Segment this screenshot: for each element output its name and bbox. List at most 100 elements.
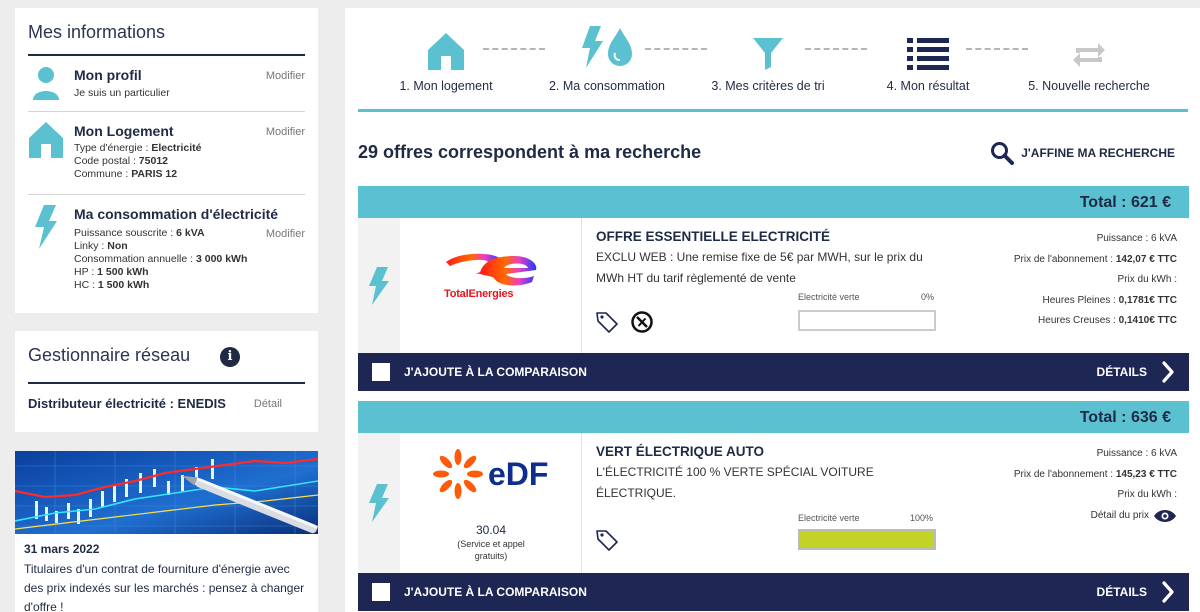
offer-body: eDF 30.04 (Service et appel gratuits) VE…	[358, 433, 1189, 573]
hp-line: HP : 1 500 kWh	[74, 266, 149, 278]
consommation-title: Ma consommation d'électricité	[74, 206, 279, 222]
compare-label[interactable]: J'AJOUTE À LA COMPARAISON	[404, 585, 587, 599]
refine-search-label: J'AFFINE MA RECHERCHE	[1021, 146, 1175, 160]
offer-prix-kwh-label: Prix du kWh :	[1117, 489, 1177, 500]
distributeur-row: Distributeur électricité : ENEDIS Détail	[28, 384, 305, 411]
house-icon	[28, 121, 64, 163]
step-label: 4. Mon résultat	[886, 79, 970, 93]
funnel-icon	[753, 38, 783, 70]
logement-commune-line: Commune : PARIS 12	[74, 168, 178, 180]
news-panel[interactable]: 31 mars 2022 Titulaires d'un contrat de …	[15, 451, 318, 612]
green-energy-bar	[798, 310, 936, 331]
reseau-panel: Gestionnaire réseau i Distributeur élect…	[15, 331, 318, 432]
step-resultat[interactable]: 4. Mon résultat	[853, 26, 1003, 93]
offer-description: EXCLU WEB : Une remise fixe de 5€ par MW…	[596, 250, 923, 285]
user-icon	[32, 66, 60, 105]
conso-annuelle-line: Consommation annuelle : 3 000 kWh	[74, 253, 248, 265]
hc-line: HC : 1 500 kWh	[74, 279, 150, 291]
offer-body: TotalEnergies OFFRE ESSENTIELLE ELECTRIC…	[358, 218, 1189, 353]
distributeur-detail-link[interactable]: Détail	[254, 398, 282, 410]
green-energy-label: Electricité verte	[798, 292, 860, 302]
edf-logo: eDF	[433, 449, 548, 499]
offer-icons	[595, 528, 619, 552]
green-energy-percent: 0%	[921, 292, 935, 302]
totalenergies-wordmark: TotalEnergies	[444, 288, 514, 300]
offer-side-strip	[358, 433, 400, 573]
offer-abonnement: Prix de l'abonnement : 142,07 € TTC	[1013, 253, 1177, 265]
offer-total: Total : 621 €	[358, 186, 1189, 218]
step-consommation[interactable]: 2. Ma consommation	[532, 26, 682, 93]
offer-icons	[595, 310, 654, 334]
search-icon	[991, 142, 1015, 165]
offer-abonnement: Prix de l'abonnement : 145,23 € TTC	[1013, 468, 1177, 480]
consommation-section: Ma consommation d'électricité Modifier P…	[28, 195, 305, 311]
logement-cp-line: Code postal : 75012	[74, 155, 168, 167]
offer-info: VERT ÉLECTRIQUE AUTO L'ÉLECTRICITÉ 100 %…	[596, 444, 941, 504]
offer-description: L'ÉLECTRICITÉ 100 % VERTE SPÉCIAL VOITUR…	[596, 465, 874, 500]
main-panel: 1. Mon logement 2. Ma consommation 3. Me…	[345, 8, 1200, 612]
bolt-drop-icon	[582, 26, 632, 68]
offer-name: OFFRE ESSENTIELLE ELECTRICITÉ	[596, 229, 831, 244]
totalenergies-logo: TotalEnergies	[400, 218, 582, 353]
linky-line: Linky : Non	[74, 240, 128, 252]
profil-section: Mon profil Modifier Je suis un particuli…	[28, 56, 305, 112]
stock-chart-image	[15, 451, 318, 534]
no-engagement-icon	[631, 311, 653, 333]
logement-energy-line: Type d'énergie : Electricité	[74, 142, 202, 154]
consommation-modify-link[interactable]: Modifier	[266, 228, 305, 240]
green-energy-bar	[798, 529, 936, 550]
chevron-right-icon[interactable]	[1161, 581, 1175, 603]
compare-bar: J'AJOUTE À LA COMPARAISON DÉTAILS	[358, 573, 1189, 611]
offer-pricing: Puissance : 6 kVA Prix de l'abonnement :…	[1014, 444, 1177, 526]
offer-info: OFFRE ESSENTIELLE ELECTRICITÉ EXCLU WEB …	[596, 229, 941, 289]
step-nouvelle-recherche[interactable]: 5. Nouvelle recherche	[1014, 26, 1164, 93]
bolt-icon	[369, 484, 389, 522]
compare-checkbox[interactable]	[372, 363, 390, 381]
offer-heures-pleines: Heures Pleines : 0,1781€ TTC	[1042, 294, 1177, 306]
info-panel: Mes informations Mon profil Modifier Je …	[15, 8, 318, 313]
info-icon[interactable]: i	[220, 347, 240, 367]
compare-checkbox[interactable]	[372, 583, 390, 601]
compare-label[interactable]: J'AJOUTE À LA COMPARAISON	[404, 365, 587, 379]
repeat-icon	[1073, 43, 1105, 67]
details-button[interactable]: DÉTAILS	[1097, 585, 1147, 599]
offer-heures-creuses: Heures Creuses : 0,1410€ TTC	[1038, 315, 1177, 326]
step-criteres[interactable]: 3. Mes critères de tri	[693, 26, 843, 93]
logement-section: Mon Logement Modifier Type d'énergie : E…	[28, 112, 305, 195]
profil-modify-link[interactable]: Modifier	[266, 70, 305, 82]
step-label: 5. Nouvelle recherche	[1028, 79, 1150, 93]
price-detail-link[interactable]: Détail du prix	[1014, 506, 1177, 527]
eye-icon[interactable]	[1153, 509, 1177, 523]
compare-bar: J'AJOUTE À LA COMPARAISON DÉTAILS	[358, 353, 1189, 391]
price-tag-icon	[596, 312, 618, 333]
offer-total: Total : 636 €	[358, 401, 1189, 433]
logement-modify-link[interactable]: Modifier	[266, 126, 305, 138]
list-icon	[907, 38, 949, 70]
edf-wordmark: eDF	[488, 456, 548, 492]
results-count-title: 29 offres correspondent à ma recherche	[358, 142, 702, 162]
green-energy-percent: 100%	[910, 513, 934, 523]
offer-score-note: (Service et appel gratuits)	[457, 539, 525, 561]
green-energy-fill	[800, 531, 934, 548]
house-icon	[428, 33, 464, 70]
news-date: 31 mars 2022	[24, 542, 100, 556]
bolt-icon	[34, 205, 58, 254]
offer-pricing: Puissance : 6 kVA Prix de l'abonnement :…	[1014, 229, 1177, 332]
steps-progress: 1. Mon logement 2. Ma consommation 3. Me…	[358, 8, 1188, 112]
price-tag-icon	[596, 530, 618, 551]
edf-logo-block: eDF 30.04 (Service et appel gratuits)	[400, 433, 582, 573]
offer-card: Total : 636 € eDF 30.04 (Service et appe…	[358, 401, 1189, 611]
news-text[interactable]: Titulaires d'un contrat de fourniture d'…	[15, 560, 318, 612]
offer-side-strip	[358, 218, 400, 353]
reseau-title: Gestionnaire réseau i	[28, 331, 305, 384]
green-energy-label: Electricité verte	[798, 513, 860, 523]
step-logement[interactable]: 1. Mon logement	[371, 26, 521, 93]
chevron-right-icon[interactable]	[1161, 361, 1175, 383]
offer-card: Total : 621 € TotalEnergies OFFRE ESSENT…	[358, 186, 1189, 391]
offer-score: 30.04	[475, 523, 507, 537]
info-panel-title: Mes informations	[28, 8, 305, 56]
details-button[interactable]: DÉTAILS	[1097, 365, 1147, 379]
offer-puissance: Puissance : 6 kVA	[1096, 233, 1177, 244]
step-label: 3. Mes critères de tri	[711, 79, 825, 93]
refine-search-button[interactable]: J'AFFINE MA RECHERCHE	[990, 141, 1175, 165]
